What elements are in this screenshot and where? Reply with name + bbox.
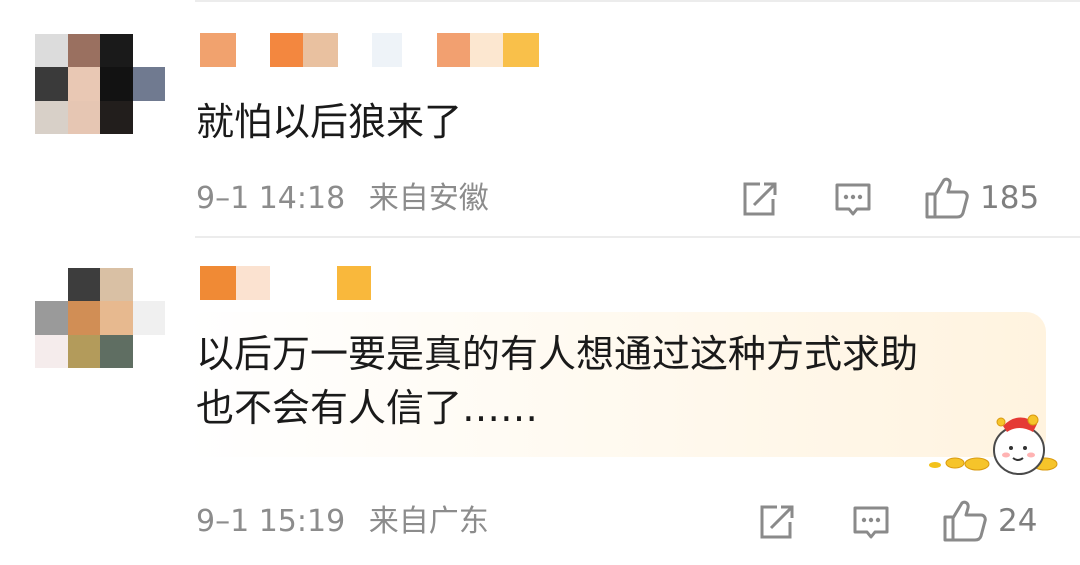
username-mosaic-block	[270, 33, 303, 67]
avatar-mosaic-tile	[132, 34, 165, 68]
comment-location: 来自安徽	[368, 181, 489, 216]
avatar-mosaic-tile	[132, 334, 165, 368]
share-button[interactable]	[757, 504, 795, 540]
username-mosaic-block	[372, 33, 402, 67]
avatar-mosaic-tile	[35, 334, 68, 368]
comment-text: 以后万一要是真的有人想通过这种方式求助 也不会有人信了……	[196, 332, 919, 430]
avatar-mosaic-tile	[132, 100, 165, 134]
avatar-mosaic-tile	[67, 34, 100, 68]
comment-text: 就怕以后狼来了	[196, 100, 463, 144]
avatar-mosaic-tile	[100, 301, 133, 335]
top-divider	[195, 0, 1080, 2]
username-mosaic-block	[337, 266, 371, 300]
comment-time: 9–1 14:18	[196, 181, 346, 216]
comment-meta: 9–1 15:19 来自广东	[196, 505, 489, 539]
thumbs-up-icon	[943, 500, 987, 542]
avatar-mosaic-tile	[35, 268, 68, 302]
comment-icon	[835, 183, 871, 216]
like-count: 24	[998, 503, 1038, 539]
share-icon	[760, 505, 794, 539]
avatar-mosaic-tile	[67, 334, 100, 368]
username-redacted[interactable]	[200, 33, 580, 67]
avatar-mosaic-tile	[132, 268, 165, 302]
username-redacted[interactable]	[200, 266, 380, 300]
username-mosaic-block	[236, 266, 270, 300]
avatar-mosaic-tile	[100, 34, 133, 68]
comment-icon	[853, 506, 889, 539]
avatar[interactable]	[35, 268, 165, 368]
avatar-mosaic-tile	[67, 268, 100, 302]
avatar-mosaic-tile	[35, 34, 68, 68]
avatar-mosaic-tile	[67, 301, 100, 335]
gold-coin-mascot-sticker	[929, 414, 1058, 475]
avatar-mosaic-tile	[100, 100, 133, 134]
thumbs-up-icon	[925, 177, 969, 219]
avatar-mosaic-tile	[100, 334, 133, 368]
avatar-mosaic-tile	[132, 301, 165, 335]
like-count: 185	[980, 180, 1040, 216]
comment-time: 9–1 15:19	[196, 504, 346, 539]
username-mosaic-block	[437, 33, 470, 67]
avatar-mosaic-tile	[100, 268, 133, 302]
username-mosaic-block	[200, 266, 236, 300]
avatar-mosaic-tile	[67, 100, 100, 134]
avatar-mosaic-tile	[35, 100, 68, 134]
username-mosaic-block	[303, 33, 338, 67]
comment-meta: 9–1 14:18 来自安徽	[196, 182, 489, 216]
username-mosaic-block	[200, 33, 236, 67]
like-button[interactable]: 24	[942, 499, 1037, 543]
avatar-mosaic-tile	[35, 301, 68, 335]
comment-location: 来自广东	[368, 504, 489, 539]
like-button[interactable]: 185	[924, 176, 1039, 220]
reply-button[interactable]	[851, 504, 891, 542]
share-icon	[743, 182, 777, 216]
avatar[interactable]	[35, 34, 165, 134]
avatar-mosaic-tile	[35, 67, 68, 101]
avatar-mosaic-tile	[67, 67, 100, 101]
reply-button[interactable]	[833, 181, 873, 219]
username-mosaic-block	[503, 33, 539, 67]
comment-divider	[195, 236, 1080, 238]
avatar-mosaic-tile	[132, 67, 165, 101]
share-button[interactable]	[740, 181, 778, 217]
avatar-mosaic-tile	[100, 67, 133, 101]
username-mosaic-block	[470, 33, 503, 67]
